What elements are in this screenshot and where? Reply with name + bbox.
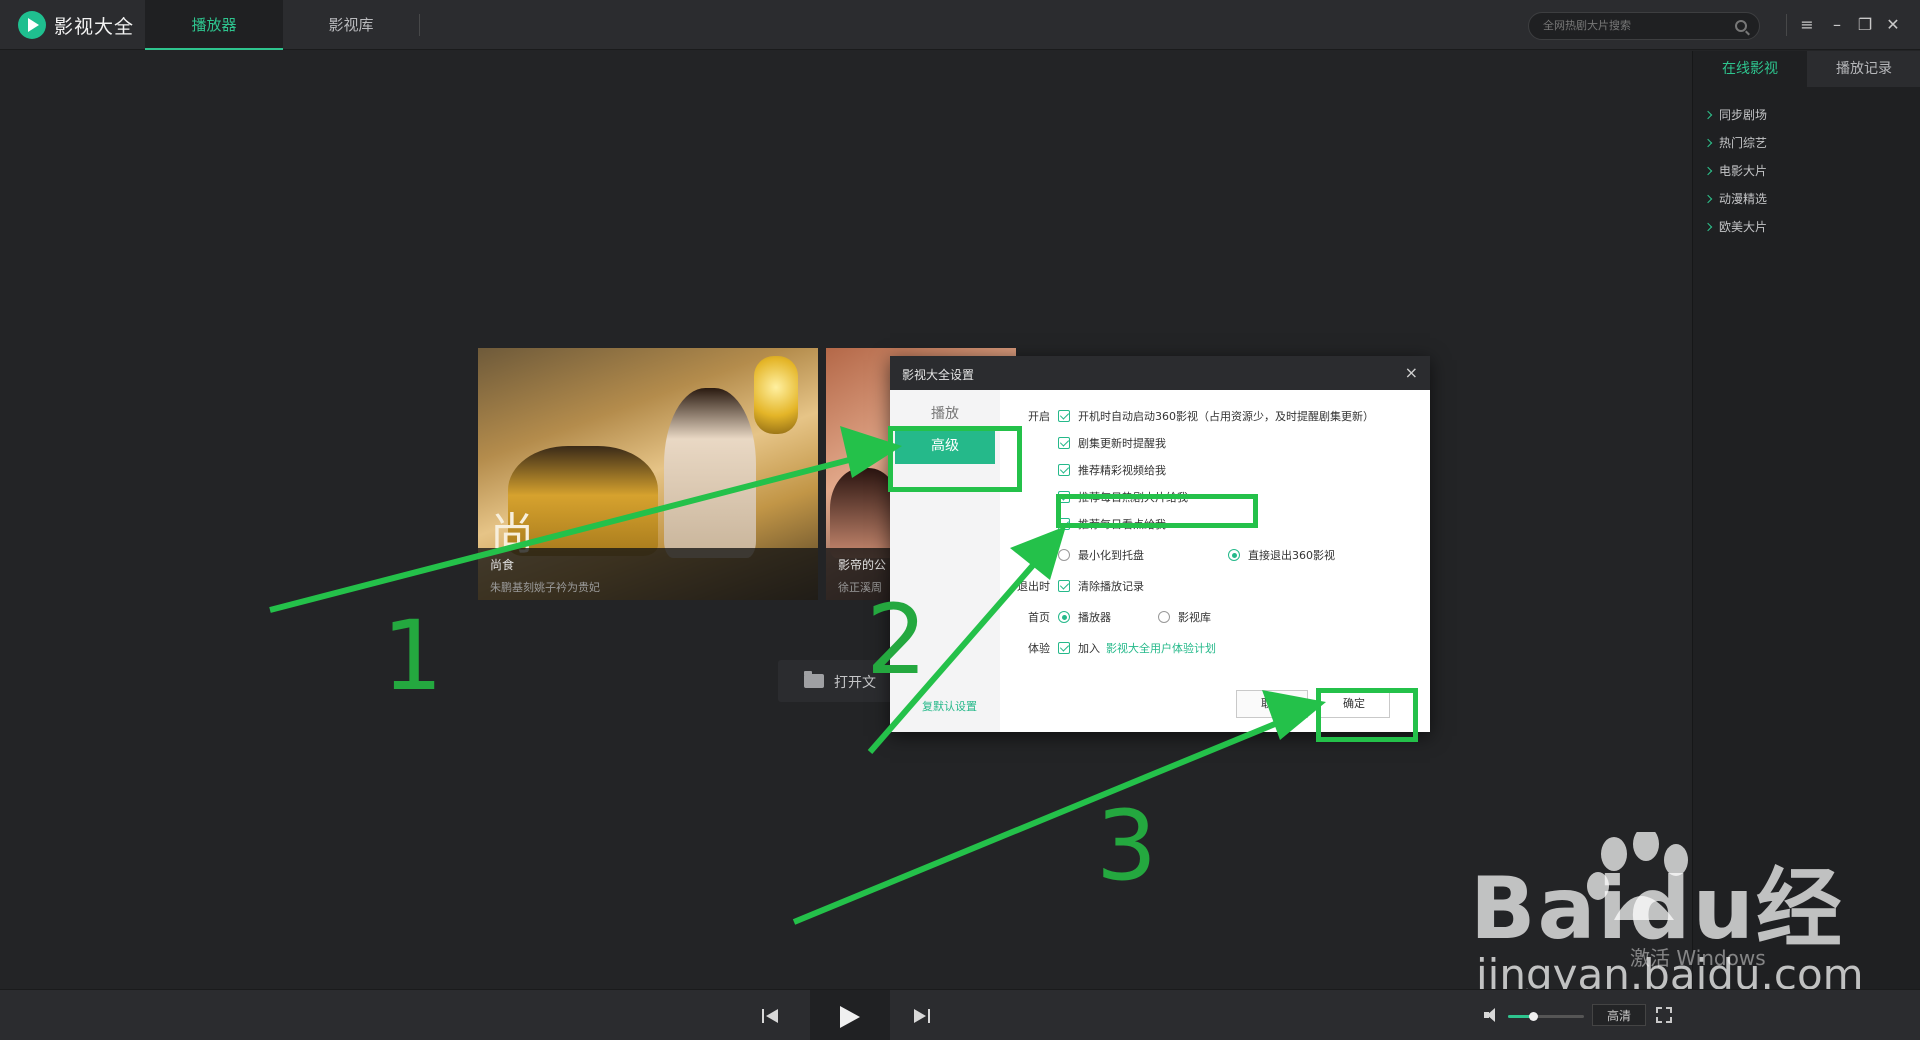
arrow-head bbox=[840, 426, 902, 478]
play-icon[interactable] bbox=[840, 1006, 860, 1028]
step-number: 3 bbox=[1096, 790, 1158, 902]
volume-slider[interactable] bbox=[1508, 1012, 1584, 1021]
next-icon[interactable] bbox=[914, 1009, 932, 1023]
volume-knob[interactable] bbox=[1529, 1012, 1539, 1021]
fullscreen-icon[interactable] bbox=[1656, 1007, 1672, 1023]
step-number: 1 bbox=[382, 600, 444, 712]
volume-icon[interactable] bbox=[1484, 1008, 1500, 1022]
arrow-line bbox=[269, 449, 881, 613]
arrow-head bbox=[1262, 690, 1326, 740]
step-number: 2 bbox=[866, 584, 928, 696]
player-controls: 高清 bbox=[0, 989, 1920, 1040]
arrow-line bbox=[792, 709, 1306, 925]
arrow-head bbox=[1010, 526, 1066, 580]
quality-selector[interactable]: 高清 bbox=[1592, 1004, 1646, 1026]
previous-icon[interactable] bbox=[762, 1009, 780, 1023]
